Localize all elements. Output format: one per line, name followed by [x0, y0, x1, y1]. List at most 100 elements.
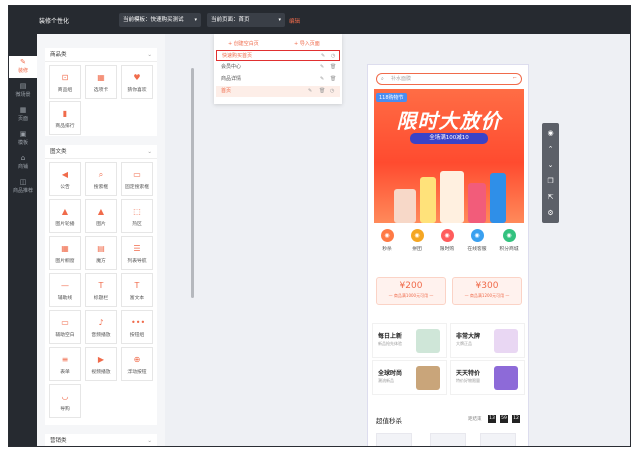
category-service[interactable]: ◉ 在线客服	[464, 229, 490, 252]
comp-carousel[interactable]: ▲ 图片轮播	[49, 199, 81, 233]
copy-icon[interactable]: ❐	[542, 173, 559, 189]
phone-preview: ⌕ 补水面膜 ⌐ 118购物节 限时大放价 全场满100减10 ◉ 秒杀 ◉ 拼团 …	[367, 64, 529, 446]
promo-banner[interactable]: 118购物节 限时大放价 全场满100减10	[374, 89, 524, 223]
flash-product[interactable]	[430, 433, 466, 446]
import-page-button[interactable]: + 导入页面	[294, 40, 320, 47]
edit-icon[interactable]: ✎	[321, 51, 325, 62]
comp-label: 导购	[60, 407, 70, 412]
promo-new[interactable]: 每日上新 新品抢先体验	[372, 323, 447, 358]
comp-tabs[interactable]: ▦ 选项卡	[85, 65, 117, 99]
edit-icon[interactable]: ✎	[320, 74, 324, 85]
comp-label: 猜你喜欢	[127, 88, 147, 93]
category-group-buy[interactable]: ◉ 拼团	[404, 229, 430, 252]
comp-spacer[interactable]: ▭ 辅助空白	[49, 310, 81, 344]
comp-search-box[interactable]: ⌕ 搜索框	[85, 162, 117, 196]
comp-guess-like[interactable]: ♥ 猜你喜欢	[121, 65, 153, 99]
edit-link[interactable]: 编辑	[289, 17, 300, 25]
delete-icon[interactable]: 🗑	[330, 74, 336, 85]
banner-title: 限时大放价	[396, 109, 502, 133]
comp-hotspot[interactable]: ⬚ 热区	[121, 199, 153, 233]
preview-search-bar[interactable]: ⌕ 补水面膜 ⌐	[376, 73, 522, 85]
coupon-value: ¥300	[475, 281, 499, 291]
promo-image	[494, 366, 518, 390]
eye-icon[interactable]: ◉	[542, 125, 559, 141]
comp-video[interactable]: ▶ 视频播放	[85, 347, 117, 381]
comp-guide[interactable]: ◡ 导购	[49, 384, 81, 418]
flash-product[interactable]	[480, 433, 516, 446]
nav-item-pages[interactable]: ▦ 页面	[9, 104, 37, 126]
page-item-quick-buy[interactable]: 快速购买首页 ✎ ◷	[216, 50, 340, 61]
nav-label: 页面	[17, 116, 28, 122]
group-buy-icon: ◉	[410, 229, 424, 242]
comp-button-group[interactable]: ••• 按钮组	[121, 310, 153, 344]
coupon-desc: — 商品满1200元可用 —	[464, 293, 510, 298]
chevron-down-icon: ⌄	[147, 52, 152, 58]
comp-notice[interactable]: ◀ 公告	[49, 162, 81, 196]
comp-divider[interactable]: — 辅助线	[49, 273, 81, 307]
promo-fashion[interactable]: 全球时尚 潮流新品	[372, 360, 447, 395]
edit-icon[interactable]: ✎	[320, 62, 324, 73]
arrow-down-icon[interactable]: ⌄	[542, 157, 559, 173]
promo-brand[interactable]: 非常大牌 大牌正品	[450, 323, 525, 358]
comp-audio[interactable]: ♪ 音频播放	[85, 310, 117, 344]
promo-daily-deal[interactable]: 天天特价 特价好物限量	[450, 360, 525, 395]
section-header-goods[interactable]: 商品类 ⌄	[45, 48, 157, 62]
home-icon[interactable]: ◷	[330, 86, 334, 97]
settings-icon[interactable]: ⚙	[542, 205, 559, 221]
comp-label: 富文本	[129, 296, 145, 301]
delete-icon[interactable]: 🗑	[319, 86, 325, 97]
comp-rich-text[interactable]: T 富文本	[121, 273, 153, 307]
share-icon[interactable]: ⇱	[542, 189, 559, 205]
home-icon[interactable]: ◷	[331, 51, 335, 62]
promo-image	[494, 329, 518, 353]
chevron-down-icon: ⌄	[147, 438, 152, 444]
comp-image[interactable]: ▲ 图片	[85, 199, 117, 233]
doc-icon: ▦	[19, 106, 27, 114]
comp-title-bar[interactable]: T 标题栏	[85, 273, 117, 307]
comp-list-nav[interactable]: ☰ 列表导航	[121, 236, 153, 270]
nav-item-store[interactable]: ⌂ 商铺	[9, 152, 37, 174]
comp-float-button[interactable]: ⊕ 浮动按钮	[121, 347, 153, 381]
search-icon: ⌕	[381, 76, 384, 82]
section-header-marketing[interactable]: 营销类 ⌄	[45, 434, 157, 446]
promo-sub: 大牌正品	[456, 341, 472, 346]
category-label: 拼团	[412, 247, 422, 252]
coupon-desc: — 商品满1000元可用 —	[388, 293, 434, 298]
preview-toolbar: ◉ ⌃ ⌄ ❐ ⇱ ⚙	[542, 123, 559, 223]
hotspot-icon: ⬚	[133, 207, 141, 216]
page-item-detail[interactable]: 商品详情 ✎ 🗑	[216, 74, 340, 85]
nav-item-decorate[interactable]: ✎ 装修	[9, 56, 37, 78]
category-limited[interactable]: ◉ 限时购	[434, 229, 460, 252]
comp-fixed-search[interactable]: ▭ 固定搜索框	[121, 162, 153, 196]
edit-icon[interactable]: ✎	[308, 86, 312, 97]
panel-scrollbar[interactable]	[191, 68, 194, 298]
category-points[interactable]: ◉ 积分商城	[496, 229, 522, 252]
comp-label: 辅助空白	[55, 333, 75, 338]
comp-ranking[interactable]: ▮ 商品排行	[49, 101, 81, 135]
create-blank-page-button[interactable]: + 创建空白页	[228, 40, 259, 47]
flash-product[interactable]	[376, 433, 412, 446]
nav-item-products[interactable]: ◫ 商品推荐	[9, 176, 37, 198]
page-select[interactable]: 当前页面：首页 ▾	[207, 13, 285, 27]
comp-cube[interactable]: ▤ 魔方	[85, 236, 117, 270]
nav-item-scene[interactable]: ▤ 微场景	[9, 80, 37, 102]
coupon-200[interactable]: ¥200 — 商品满1000元可用 —	[376, 277, 446, 305]
goods-components: ⊡ 商品组 ▦ 选项卡 ♥ 猜你喜欢 ▮ 商品排行	[45, 62, 157, 136]
promo-image	[416, 329, 440, 353]
category-seckill[interactable]: ◉ 秒杀	[374, 229, 400, 252]
product-image	[468, 183, 486, 223]
comp-form[interactable]: ≡ 表单	[49, 347, 81, 381]
arrow-up-icon[interactable]: ⌃	[542, 141, 559, 157]
page-item-member[interactable]: 会员中心 ✎ 🗑	[216, 62, 340, 73]
section-header-media[interactable]: 图文类 ⌄	[45, 145, 157, 159]
comp-goods-group[interactable]: ⊡ 商品组	[49, 65, 81, 99]
coupon-300[interactable]: ¥300 — 商品满1200元可用 —	[452, 277, 522, 305]
form-icon: ≡	[61, 355, 69, 364]
page-item-home[interactable]: 首页 ✎ 🗑 ◷	[216, 86, 340, 97]
comp-image-window[interactable]: ▦ 图片橱窗	[49, 236, 81, 270]
nav-item-template[interactable]: ▣ 模板	[9, 128, 37, 150]
delete-icon[interactable]: 🗑	[330, 62, 336, 73]
ranking-icon: ▮	[62, 109, 68, 118]
template-select[interactable]: 当前模板：快速购买测试 ▾	[119, 13, 201, 27]
product-icon: ◫	[19, 178, 27, 186]
